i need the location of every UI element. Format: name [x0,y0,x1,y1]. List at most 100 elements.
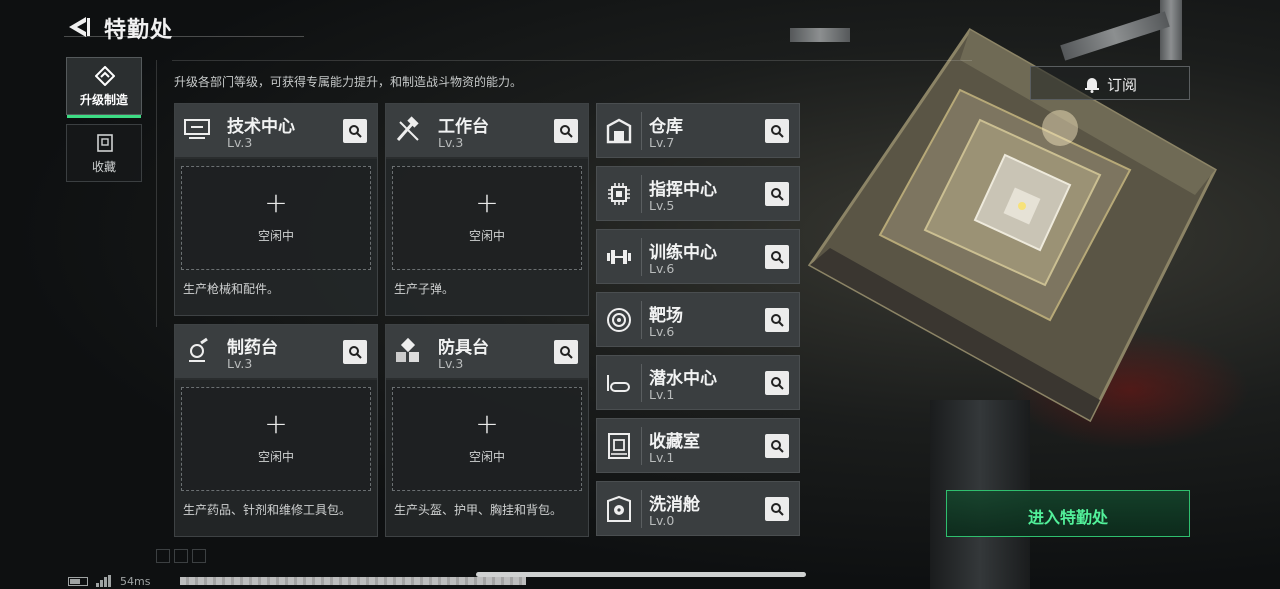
search-icon [771,125,784,138]
workbench-level: Lv.3 [438,135,464,150]
facility-warehouse[interactable]: 仓库 Lv.7 [596,103,800,158]
search-icon [349,125,362,138]
obscured-text-strip [180,577,526,585]
production-slot[interactable]: + 空闲中 [392,387,582,491]
page-indicator [156,548,210,567]
workbench-card-armor: 防具台 Lv.3 + 空闲中 生产头盔、护甲、胸挂和背包。 [385,324,589,537]
facility-level: Lv.6 [649,324,675,339]
command-chip-icon [608,183,630,205]
search-icon [349,346,362,359]
facility-name: 洗消舱 [649,495,700,515]
microscope-icon [189,337,208,362]
facility-level: Lv.5 [649,198,675,213]
search-button[interactable] [765,308,789,332]
facility-name: 指挥中心 [649,180,717,200]
slot-status: 空闲中 [468,229,505,243]
section-description: 升级各部门等级，可获得专属能力提升，和制造战斗物资的能力。 [174,75,523,89]
workbench-header[interactable]: 制药台 Lv.3 [175,325,377,380]
search-button[interactable] [765,119,789,143]
facility-level: Lv.6 [649,261,675,276]
battery-icon [68,577,88,586]
workbench-level: Lv.3 [438,356,464,371]
search-button[interactable] [765,245,789,269]
add-icon: + [475,186,499,219]
slot-status: 空闲中 [257,450,294,464]
facility-level: Lv.1 [649,387,675,402]
workbench-header[interactable]: 防具台 Lv.3 [386,325,588,380]
search-button[interactable] [765,182,789,206]
warehouse-icon [606,118,632,144]
facility-diving-center[interactable]: 潜水中心 Lv.1 [596,355,800,410]
header: 特勤处 [0,0,320,54]
tab-collection-label: 收藏 [91,160,116,174]
tab-collection[interactable]: 收藏 [66,124,142,182]
workbench-name: 工作台 [438,117,489,137]
production-slot[interactable]: + 空闲中 [181,387,371,491]
search-icon [771,188,784,201]
facility-name: 训练中心 [649,243,717,263]
facility-level: Lv.7 [649,135,675,150]
facility-training-center[interactable]: 训练中心 Lv.6 [596,229,800,284]
collection-icon [97,134,113,152]
target-icon [607,308,631,332]
search-icon [771,251,784,264]
production-slot[interactable]: + 空闲中 [392,166,582,270]
facility-shooting-range[interactable]: 靶场 Lv.6 [596,292,800,347]
workbench-level: Lv.3 [227,135,253,150]
workbench-card-workstation: 工作台 Lv.3 + 空闲中 生产子弹。 [385,103,589,316]
dumbbell-icon [607,250,631,264]
workbench-card-pharmacy: 制药台 Lv.3 + 空闲中 生产药品、针剂和维修工具包。 [174,324,378,537]
workbench-description: 生产枪械和配件。 [183,282,280,296]
search-icon [560,346,573,359]
workbench-name: 制药台 [227,338,278,358]
workbench-description: 生产药品、针剂和维修工具包。 [183,503,352,517]
facility-decontamination[interactable]: 洗消舱 Lv.0 [596,481,800,536]
subscribe-label: 订阅 [1107,76,1138,94]
search-button[interactable] [343,119,367,143]
tools-icon [396,116,419,141]
workbench-header[interactable]: 技术中心 Lv.3 [175,104,377,159]
search-icon [771,503,784,516]
facility-name: 仓库 [649,117,683,137]
enter-special-ops-button[interactable]: 进入特勤处 [946,490,1190,537]
header-divider [64,36,304,37]
slot-status: 空闲中 [257,229,294,243]
subscribe-button[interactable]: 订阅 [1030,66,1190,100]
search-button[interactable] [554,340,578,364]
ping-value: 54ms [120,575,151,588]
workbench-name: 技术中心 [227,117,295,137]
tab-upgrade-craft-label: 升级制造 [79,93,128,107]
search-button[interactable] [765,371,789,395]
production-slot[interactable]: + 空闲中 [181,166,371,270]
signal-icon [96,575,111,587]
facility-name: 潜水中心 [649,369,717,389]
workbench-name: 防具台 [438,338,489,358]
search-button[interactable] [554,119,578,143]
workbench-level: Lv.3 [227,356,253,371]
panel-top-border [172,60,972,61]
workbench-description: 生产头盔、护甲、胸挂和背包。 [394,503,563,517]
decontamination-icon [607,495,631,522]
facility-name: 靶场 [649,306,683,326]
armor-cubes-icon [396,337,419,362]
add-icon: + [264,186,288,219]
search-icon [771,440,784,453]
facility-command-center[interactable]: 指挥中心 Lv.5 [596,166,800,221]
workbench-card-tech-center: 技术中心 Lv.3 + 空闲中 生产枪械和配件。 [174,103,378,316]
search-button[interactable] [765,497,789,521]
search-icon [771,314,784,327]
search-button[interactable] [765,434,789,458]
page-title: 特勤处 [104,18,174,43]
slot-status: 空闲中 [468,450,505,464]
facility-name: 收藏室 [649,432,700,452]
facility-collection-room[interactable]: 收藏室 Lv.1 [596,418,800,473]
bell-icon [1085,78,1099,93]
search-button[interactable] [343,340,367,364]
home-indicator[interactable] [476,572,806,577]
workbench-description: 生产子弹。 [394,282,455,296]
add-icon: + [264,407,288,440]
workbench-header[interactable]: 工作台 Lv.3 [386,104,588,159]
search-icon [560,125,573,138]
enter-special-ops-label: 进入特勤处 [1027,508,1108,527]
tab-upgrade-craft[interactable]: 升级制造 [66,57,142,118]
